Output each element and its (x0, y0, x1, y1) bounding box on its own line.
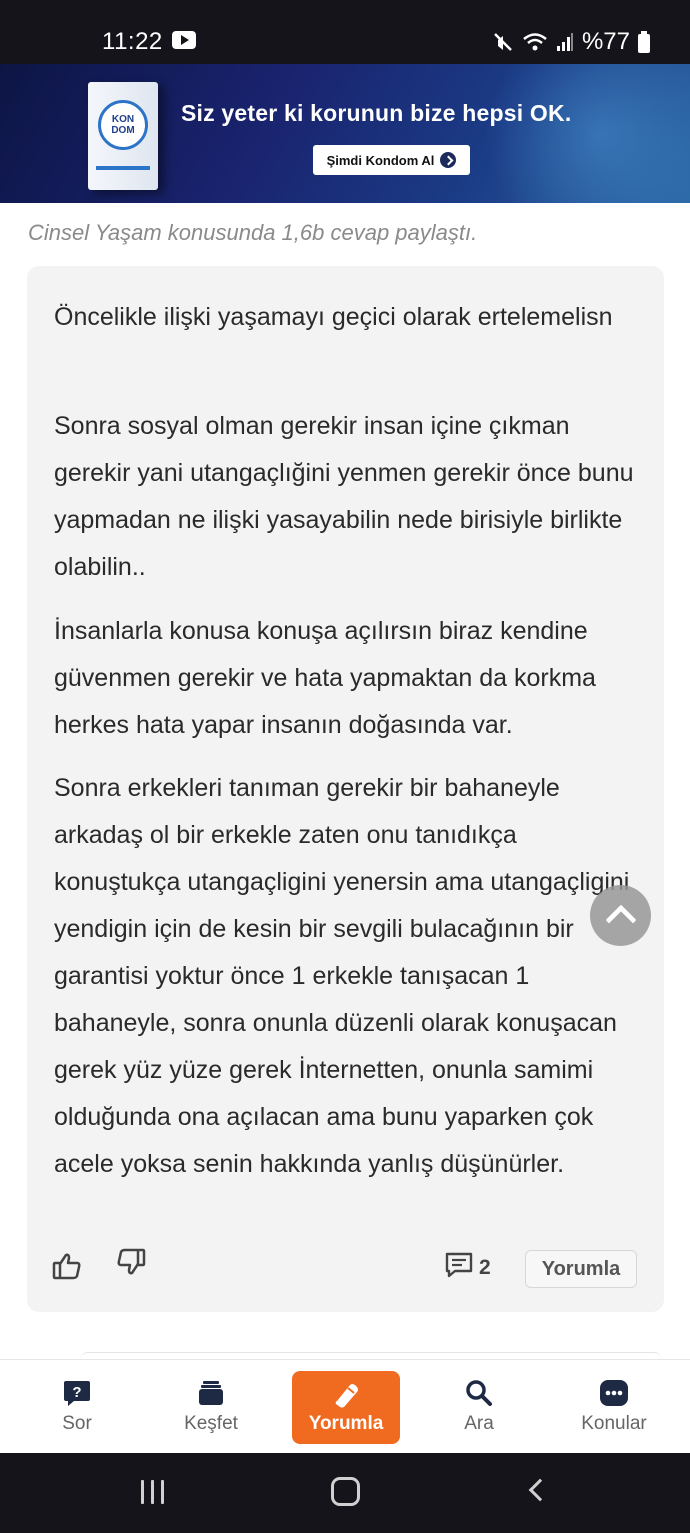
back-icon[interactable] (528, 1478, 552, 1502)
pencil-icon (331, 1381, 361, 1409)
answer-paragraph: İnsanlarla konusa konuşa açılırsın biraz… (54, 617, 596, 739)
nav-item-sor[interactable]: ? Sor (38, 1360, 116, 1454)
ad-brand-line1: KON (111, 114, 135, 125)
home-icon[interactable] (331, 1477, 360, 1506)
battery-text: %77 (581, 28, 630, 55)
ad-cta-button[interactable]: Şimdi Kondom Al (313, 145, 470, 175)
ad-cta-label: Şimdi Kondom Al (326, 152, 435, 168)
system-nav-bar (0, 1453, 690, 1533)
answer-card: Öncelikle ilişki yaşamayı geçici olarak … (27, 266, 664, 1312)
answer-paragraph: Öncelikle ilişki yaşamayı geçici olarak … (54, 303, 613, 331)
nav-item-konular[interactable]: Konular (570, 1360, 658, 1454)
nav-item-ara[interactable]: Ara (449, 1360, 509, 1454)
nav-label: Konular (581, 1413, 647, 1434)
answer-paragraph: Sonra erkekleri tanıman gerekir bir baha… (54, 774, 630, 1178)
ad-glow (470, 64, 690, 203)
topics-icon (599, 1379, 629, 1407)
question-icon: ? (62, 1379, 92, 1407)
status-icons: %77 (492, 28, 650, 56)
ad-product-stripe (96, 166, 150, 170)
nav-item-yorumla[interactable]: Yorumla (292, 1371, 400, 1444)
answer-paragraph: Sonra sosyal olman gerekir insan içine ç… (54, 412, 634, 581)
status-bar: 11:22 %77 (0, 0, 690, 64)
comment-icon (445, 1252, 473, 1284)
ad-brand-line2: DOM (111, 125, 135, 136)
ad-headline: Siz yeter ki korunun bize hepsi OK. (181, 100, 572, 126)
youtube-icon (172, 31, 196, 49)
signal-icon (556, 32, 574, 52)
nav-label: Yorumla (308, 1412, 384, 1434)
ad-product-box: KON DOM (88, 82, 158, 190)
thumbs-up-icon[interactable] (52, 1252, 82, 1285)
reply-button[interactable]: Yorumla (525, 1250, 637, 1288)
arrow-right-icon (440, 152, 457, 168)
status-time: 11:22 (102, 28, 163, 55)
nav-item-kesfet[interactable]: Keşfet (170, 1360, 252, 1454)
comment-count: 2 (479, 1256, 491, 1279)
scroll-to-top-button[interactable] (590, 885, 651, 946)
nav-label: Keşfet (184, 1413, 238, 1434)
wifi-icon (522, 32, 548, 52)
battery-icon (638, 31, 650, 53)
nav-label: Sor (62, 1413, 92, 1434)
answer-actions: 2 Yorumla (27, 1246, 664, 1290)
nav-label: Ara (464, 1413, 494, 1434)
mute-icon (492, 31, 514, 53)
stack-icon (197, 1379, 225, 1407)
thumbs-down-icon[interactable] (116, 1248, 146, 1281)
bottom-nav: ? Sor Keşfet Yorumla Ara Konular (0, 1359, 690, 1453)
search-icon (465, 1379, 493, 1407)
ad-banner[interactable]: KON DOM Siz yeter ki korunun bize hepsi … (0, 64, 690, 203)
comment-count-button[interactable]: 2 (445, 1252, 491, 1284)
answer-caption: Cinsel Yaşam konusunda 1,6b cevap paylaş… (28, 220, 478, 245)
svg-text:?: ? (72, 1384, 81, 1401)
app-screen: 11:22 %77 KON DOM Siz yeter ki korunun b… (0, 0, 690, 1533)
ad-product-logo: KON DOM (98, 100, 148, 150)
recent-apps-icon[interactable] (141, 1480, 164, 1504)
